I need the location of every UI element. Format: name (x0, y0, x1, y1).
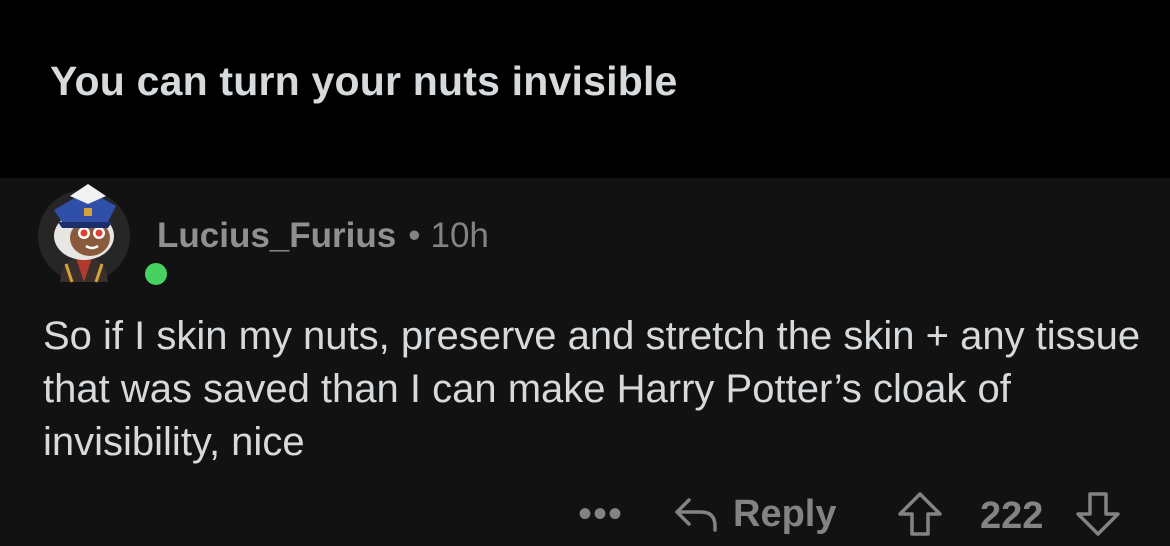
meta-separator: • (408, 216, 421, 255)
snoo-avatar-icon (38, 184, 130, 283)
downvote-arrow-icon (1076, 492, 1120, 536)
post-title[interactable]: You can turn your nuts invisible (50, 58, 678, 105)
reply-button[interactable]: Reply (673, 492, 836, 536)
upvote-button[interactable] (896, 490, 944, 543)
vote-score: 222 (980, 495, 1044, 537)
comment-body: So if I skin my nuts, preserve and stret… (43, 314, 1141, 464)
upvote-arrow-icon (898, 492, 942, 536)
avatar[interactable] (36, 178, 170, 288)
comment: Lucius_Furius • 10h So if I skin my nuts, … (0, 178, 1170, 546)
username[interactable]: Lucius_Furius (157, 216, 396, 255)
reply-label: Reply (733, 492, 837, 535)
post-header: You can turn your nuts invisible (0, 0, 1170, 178)
reply-arrow-icon (675, 498, 717, 532)
downvote-button[interactable] (1074, 490, 1122, 543)
comment-meta: Lucius_Furius • 10h (157, 216, 489, 256)
more-options-icon[interactable]: ••• (578, 494, 623, 534)
comment-age: 10h (430, 216, 489, 255)
online-status-indicator (142, 260, 170, 288)
comment-actions: ••• Reply 222 (0, 486, 1170, 542)
